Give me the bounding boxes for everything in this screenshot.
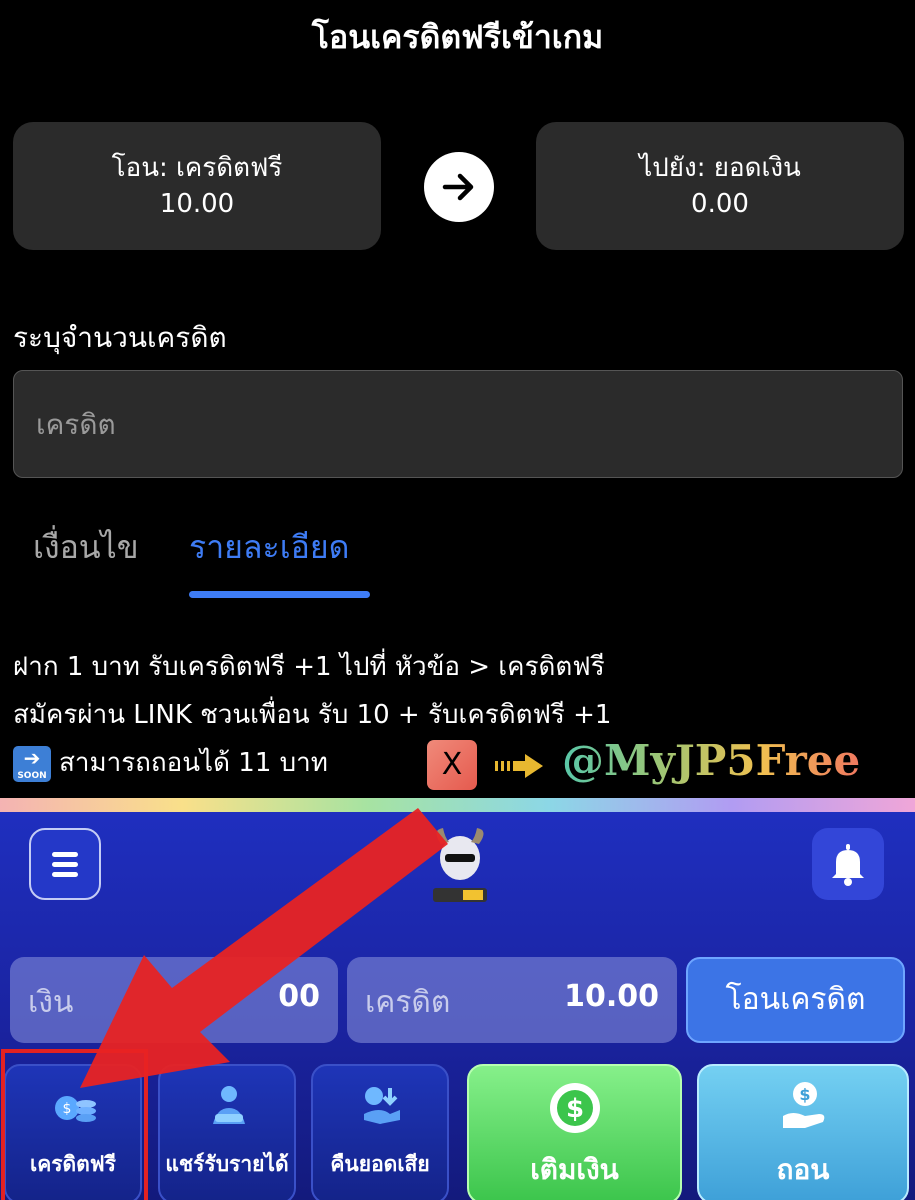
transfer-credit-button[interactable]: โอนเครดิต bbox=[686, 957, 905, 1043]
tab-conditions[interactable]: เงื่อนไข bbox=[33, 522, 139, 573]
detail-line: ➔ SOON สามารถถอนได้ 11 บาท bbox=[13, 742, 328, 783]
goat-mascot-logo bbox=[433, 828, 487, 902]
money-value: 00 bbox=[278, 979, 320, 1014]
promo-handle: @MyJP5Free bbox=[562, 736, 861, 785]
source-account-card: โอน: เครดิตฟรี 10.00 bbox=[13, 122, 381, 250]
svg-text:$: $ bbox=[566, 1094, 584, 1124]
withdraw-label: ถอน bbox=[776, 1153, 830, 1186]
share-income-button[interactable]: แชร์รับรายได้ bbox=[158, 1064, 296, 1200]
detail-line-text: สามารถถอนได้ 11 บาท bbox=[59, 748, 328, 778]
free-credit-button[interactable]: $ เครดิตฟรี bbox=[4, 1064, 142, 1200]
withdraw-button[interactable]: $ ถอน bbox=[697, 1064, 909, 1200]
detail-line: ฝาก 1 บาท รับเครดิตฟรี +1 ไปที่ หัวข้อ >… bbox=[13, 652, 605, 682]
coins-icon: $ bbox=[55, 1096, 96, 1122]
amount-label: ระบุจำนวนเครดิต bbox=[13, 321, 227, 354]
tab-details[interactable]: รายละเอียด bbox=[189, 522, 349, 573]
cashback-icon bbox=[364, 1087, 400, 1124]
bell-icon[interactable] bbox=[812, 828, 884, 900]
credit-amount-input[interactable] bbox=[13, 370, 903, 478]
x-logo-icon: X bbox=[427, 740, 477, 790]
credit-value: 10.00 bbox=[564, 979, 659, 1014]
credit-balance-field: เครดิต 10.00 bbox=[347, 957, 677, 1043]
action-label: คืนยอดเสีย bbox=[330, 1152, 430, 1176]
share-income-icon bbox=[213, 1086, 245, 1124]
deposit-button[interactable]: $ เติมเงิน bbox=[467, 1064, 682, 1200]
svg-text:$: $ bbox=[799, 1085, 810, 1104]
page-title: โอนเครดิตฟรีเข้าเกม bbox=[311, 18, 604, 56]
destination-account-label: ไปยัง: ยอดเงิน bbox=[639, 153, 801, 183]
source-account-value: 10.00 bbox=[159, 189, 235, 219]
app-screen: เงิน 00 เครดิต 10.00 โอนเครดิต $ เครดิตฟ… bbox=[0, 812, 915, 1200]
arrow-right-icon bbox=[424, 152, 494, 222]
source-account-label: โอน: เครดิตฟรี bbox=[111, 153, 283, 183]
svg-text:$: $ bbox=[63, 1101, 72, 1117]
withdraw-hand-icon: $ bbox=[783, 1082, 825, 1128]
deposit-label: เติมเงิน bbox=[530, 1153, 619, 1186]
detail-line: สมัครผ่าน LINK ชวนเพื่อน รับ 10 + รับเคร… bbox=[13, 700, 612, 730]
money-label: เงิน bbox=[28, 985, 74, 1020]
divider-bar bbox=[0, 798, 915, 812]
dollar-coin-icon: $ bbox=[550, 1083, 600, 1133]
credit-label: เครดิต bbox=[365, 985, 451, 1020]
destination-account-card: ไปยัง: ยอดเงิน 0.00 bbox=[536, 122, 904, 250]
active-tab-indicator bbox=[189, 591, 370, 598]
money-balance-field: เงิน 00 bbox=[10, 957, 338, 1043]
soon-badge-text: SOON bbox=[17, 770, 47, 781]
pointing-arrow-icon bbox=[495, 754, 543, 778]
menu-button[interactable] bbox=[29, 828, 101, 900]
destination-account-value: 0.00 bbox=[691, 189, 749, 219]
action-label: แชร์รับรายได้ bbox=[165, 1152, 289, 1176]
action-label: เครดิตฟรี bbox=[30, 1152, 116, 1176]
soon-arrow-icon: ➔ SOON bbox=[13, 745, 51, 782]
transfer-panel: โอนเครดิตฟรีเข้าเกม โอน: เครดิตฟรี 10.00… bbox=[0, 0, 915, 800]
cashback-button[interactable]: คืนยอดเสีย bbox=[311, 1064, 449, 1200]
